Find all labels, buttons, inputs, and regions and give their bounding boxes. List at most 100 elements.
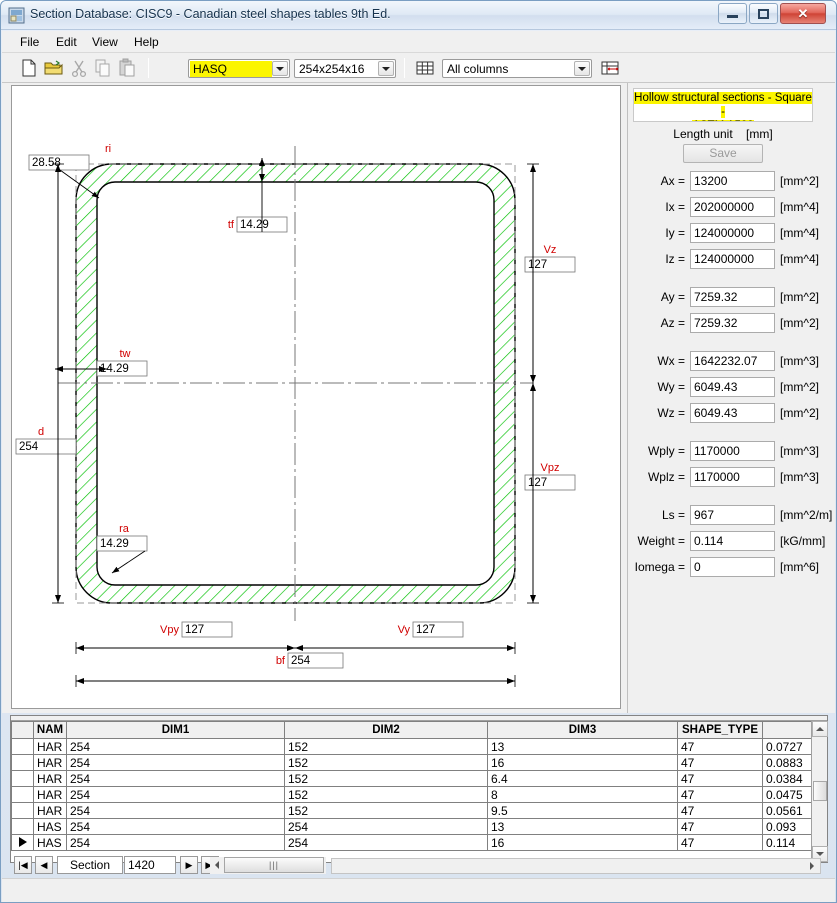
- cell-dim3[interactable]: 13: [487, 818, 678, 835]
- cell-dim1[interactable]: 254: [66, 786, 285, 803]
- cell-dim3[interactable]: 16: [487, 754, 678, 771]
- cell-dim2[interactable]: 152: [284, 770, 488, 787]
- cell-name[interactable]: HAS: [33, 818, 67, 835]
- property-input[interactable]: [690, 223, 775, 243]
- cell-shape-type[interactable]: 47: [677, 802, 763, 819]
- grid-vertical-scrollbar[interactable]: [811, 721, 828, 862]
- col-header-extra[interactable]: [762, 721, 813, 739]
- cell-dim2[interactable]: 152: [284, 786, 488, 803]
- bottom-horizontal-scrollbar[interactable]: [331, 858, 821, 874]
- save-button[interactable]: Save: [683, 144, 763, 163]
- cell-dim1[interactable]: 254: [66, 802, 285, 819]
- cell-extra[interactable]: 0.0727: [762, 738, 813, 755]
- grid-icon[interactable]: [415, 58, 435, 78]
- navigator-horizontal-scrollbar[interactable]: |||: [210, 857, 326, 874]
- col-header-dim2[interactable]: DIM2: [284, 721, 488, 739]
- col-header-dim1[interactable]: DIM1: [66, 721, 285, 739]
- col-header-shape-type[interactable]: SHAPE_TYPE: [677, 721, 763, 739]
- cell-dim3[interactable]: 8: [487, 786, 678, 803]
- cell-dim2[interactable]: 152: [284, 738, 488, 755]
- table-row[interactable]: HAR 254 152 16 47 0.0883: [11, 754, 813, 771]
- table-row[interactable]: HAR 254 152 8 47 0.0475: [11, 786, 813, 803]
- property-input[interactable]: [690, 403, 775, 423]
- cell-dim2[interactable]: 152: [284, 754, 488, 771]
- cell-dim3[interactable]: 6.4: [487, 770, 678, 787]
- row-selector[interactable]: [11, 770, 34, 787]
- cell-shape-type[interactable]: 47: [677, 770, 763, 787]
- first-record-button[interactable]: |◀: [14, 856, 32, 874]
- maximize-button[interactable]: [749, 3, 778, 24]
- cell-name[interactable]: HAR: [33, 754, 67, 771]
- cell-extra[interactable]: 0.0384: [762, 770, 813, 787]
- cell-name[interactable]: HAR: [33, 770, 67, 787]
- row-selector[interactable]: [11, 802, 34, 819]
- cell-dim1[interactable]: 254: [66, 818, 285, 835]
- menu-item-file[interactable]: File: [14, 34, 45, 51]
- cell-dim2[interactable]: 254: [284, 818, 488, 835]
- row-selector[interactable]: [11, 834, 34, 851]
- data-grid[interactable]: NAM DIM1 DIM2 DIM3 SHAPE_TYPE HAR 254 152 1…: [10, 715, 828, 863]
- property-input[interactable]: [690, 441, 775, 461]
- shape-combo-arrow-icon[interactable]: [272, 61, 288, 76]
- nav-scroll-thumb[interactable]: |||: [224, 857, 324, 873]
- cell-dim3[interactable]: 9.5: [487, 802, 678, 819]
- cell-extra[interactable]: 0.093: [762, 818, 813, 835]
- cell-extra[interactable]: 0.0561: [762, 802, 813, 819]
- property-input[interactable]: [690, 467, 775, 487]
- cell-name[interactable]: HAR: [33, 738, 67, 755]
- col-header-dim3[interactable]: DIM3: [487, 721, 678, 739]
- new-document-icon[interactable]: [19, 58, 39, 78]
- cell-dim1[interactable]: 254: [66, 770, 285, 787]
- row-selector[interactable]: [11, 754, 34, 771]
- table-row[interactable]: HAR 254 152 6.4 47 0.0384: [11, 770, 813, 787]
- property-input[interactable]: [690, 531, 775, 551]
- cell-name[interactable]: HAR: [33, 786, 67, 803]
- cell-dim3[interactable]: 16: [487, 834, 678, 851]
- fit-columns-icon[interactable]: [600, 58, 620, 78]
- table-row[interactable]: HAR 254 152 13 47 0.0727: [11, 738, 813, 755]
- cell-dim3[interactable]: 13: [487, 738, 678, 755]
- prev-record-button[interactable]: ◀: [35, 856, 53, 874]
- close-button[interactable]: ✕: [780, 3, 826, 24]
- table-row[interactable]: HAS 254 254 13 47 0.093: [11, 818, 813, 835]
- cell-extra[interactable]: 0.0475: [762, 786, 813, 803]
- menu-item-edit[interactable]: Edit: [50, 34, 83, 51]
- menu-item-help[interactable]: Help: [128, 34, 165, 51]
- property-input[interactable]: [690, 171, 775, 191]
- row-selector[interactable]: [11, 818, 34, 835]
- property-input[interactable]: [690, 197, 775, 217]
- table-row[interactable]: HAS 254 254 16 47 0.114: [11, 834, 813, 851]
- cell-dim1[interactable]: 254: [66, 834, 285, 851]
- cell-shape-type[interactable]: 47: [677, 754, 763, 771]
- columns-filter-combo[interactable]: All columns: [442, 59, 592, 78]
- minimize-button[interactable]: [718, 3, 747, 24]
- cell-name[interactable]: HAR: [33, 802, 67, 819]
- section-size-combo[interactable]: 254x254x16: [294, 59, 396, 78]
- bottom-scroll-right-button[interactable]: [805, 859, 819, 873]
- cell-extra[interactable]: 0.0883: [762, 754, 813, 771]
- property-input[interactable]: [690, 351, 775, 371]
- property-input[interactable]: [690, 557, 775, 577]
- property-input[interactable]: [690, 505, 775, 525]
- row-selector[interactable]: [11, 738, 34, 755]
- table-row[interactable]: HAR 254 152 9.5 47 0.0561: [11, 802, 813, 819]
- nav-scroll-left-button[interactable]: [210, 857, 223, 873]
- columns-combo-arrow-icon[interactable]: [574, 61, 590, 76]
- cell-dim2[interactable]: 254: [284, 834, 488, 851]
- row-selector[interactable]: [11, 786, 34, 803]
- cell-dim2[interactable]: 152: [284, 802, 488, 819]
- cell-shape-type[interactable]: 47: [677, 738, 763, 755]
- menu-item-view[interactable]: View: [86, 34, 124, 51]
- record-number-input[interactable]: 1420: [124, 856, 176, 874]
- shape-type-combo[interactable]: HASQ: [188, 59, 290, 78]
- open-folder-icon[interactable]: [43, 58, 63, 78]
- cell-extra[interactable]: 0.114: [762, 834, 813, 851]
- property-input[interactable]: [690, 313, 775, 333]
- col-header-nam[interactable]: NAM: [33, 721, 67, 739]
- col-header-rowmark[interactable]: [11, 721, 34, 739]
- scroll-thumb[interactable]: [813, 781, 827, 801]
- cell-shape-type[interactable]: 47: [677, 834, 763, 851]
- size-combo-arrow-icon[interactable]: [378, 61, 394, 76]
- cell-shape-type[interactable]: 47: [677, 786, 763, 803]
- property-input[interactable]: [690, 377, 775, 397]
